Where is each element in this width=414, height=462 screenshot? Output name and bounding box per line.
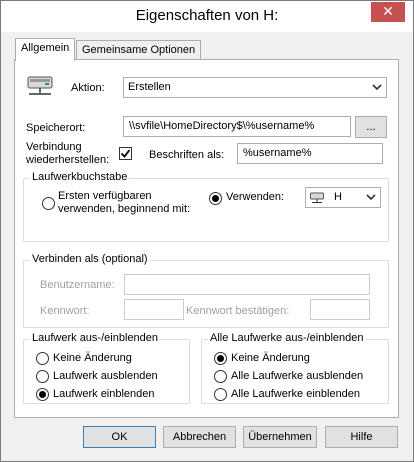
radio-first-available[interactable]	[42, 197, 55, 210]
checkmark-icon	[120, 149, 131, 158]
connect-as-group: Verbinden als (optional) Benutzername: K…	[23, 253, 389, 328]
confirm-password-label: Kennwort bestätigen:	[186, 305, 290, 317]
radio-drive-hide[interactable]	[36, 370, 49, 383]
browse-button[interactable]: ...	[355, 116, 387, 138]
action-value: Erstellen	[128, 81, 171, 93]
all-drives-visibility-group: Alle Laufwerke aus-/einblenden Keine Änd…	[201, 332, 389, 404]
apply-button[interactable]: Übernehmen	[243, 426, 317, 448]
drive-letter-value: H	[334, 191, 342, 203]
radio-drive-no-change[interactable]	[36, 352, 49, 365]
password-input[interactable]	[124, 299, 184, 320]
radio-all-hide[interactable]	[214, 370, 227, 383]
connect-as-group-label: Verbinden als (optional)	[30, 253, 150, 265]
close-button[interactable]: ✕	[371, 2, 405, 22]
reconnect-label-line2: wiederherstellen:	[26, 154, 110, 166]
first-available-label-line2: verwenden, beginnend mit:	[58, 203, 191, 215]
use-letter-label: Verwenden:	[226, 191, 285, 203]
drive-no-change-label: Keine Änderung	[53, 352, 132, 364]
first-available-label: Ersten verfügbaren verwenden, beginnend …	[58, 190, 190, 216]
close-icon: ✕	[382, 3, 394, 19]
all-hide-label: Alle Laufwerke ausblenden	[231, 370, 364, 382]
drive-hide-label: Laufwerk ausblenden	[53, 370, 158, 382]
label-as-label: Beschriften als:	[149, 149, 225, 161]
tab-general[interactable]: Allgemein	[15, 38, 76, 61]
drive-visibility-group: Laufwerk aus-/einblenden Keine Änderung …	[23, 332, 190, 404]
first-available-label-line1: Ersten verfügbaren	[58, 190, 152, 202]
ok-button[interactable]: OK	[83, 426, 156, 448]
window-title: Eigenschaften von H:	[135, 7, 279, 24]
confirm-password-input[interactable]	[310, 299, 370, 320]
location-input[interactable]: \\svfile\HomeDirectory$\%username%	[123, 116, 351, 137]
radio-use-letter[interactable]	[209, 192, 222, 205]
all-drives-visibility-group-label: Alle Laufwerke aus-/einblenden	[208, 332, 366, 344]
title-bar: Eigenschaften von H: ✕	[1, 1, 413, 32]
action-label: Aktion:	[71, 82, 105, 94]
username-label: Benutzername:	[40, 279, 115, 291]
properties-dialog: Eigenschaften von H: ✕ Allgemein Gemeins…	[0, 0, 414, 462]
drive-letter-group-label: Laufwerkbuchstabe	[30, 171, 130, 183]
tab-common-options[interactable]: Gemeinsame Optionen	[76, 40, 202, 61]
drive-show-label: Laufwerk einblenden	[53, 388, 155, 400]
drive-icon	[310, 192, 324, 203]
location-label: Speicherort:	[26, 122, 86, 134]
radio-all-show[interactable]	[214, 388, 227, 401]
reconnect-label-line1: Verbindung	[26, 141, 82, 153]
password-label: Kennwort:	[40, 305, 90, 317]
tab-panel-general: Aktion: Erstellen Speicherort: \\svfile\…	[14, 59, 399, 418]
tab-common-options-label: Gemeinsame Optionen	[82, 44, 196, 56]
all-no-change-label: Keine Änderung	[231, 352, 310, 364]
radio-all-no-change[interactable]	[214, 352, 227, 365]
drive-letter-group: Laufwerkbuchstabe Ersten verfügbaren ver…	[23, 171, 389, 242]
all-show-label: Alle Laufwerke einblenden	[231, 388, 361, 400]
username-input[interactable]	[124, 274, 370, 295]
cancel-button[interactable]: Abbrechen	[163, 426, 236, 448]
help-button[interactable]: Hilfe	[325, 426, 398, 448]
label-as-input[interactable]: %username%	[237, 143, 383, 164]
chevron-down-icon	[366, 194, 376, 201]
drive-visibility-group-label: Laufwerk aus-/einblenden	[30, 332, 160, 344]
reconnect-checkbox[interactable]	[119, 147, 132, 160]
chevron-down-icon	[372, 84, 382, 91]
network-drive-icon	[27, 76, 53, 95]
drive-letter-select[interactable]: H	[305, 187, 381, 208]
reconnect-label: Verbindung wiederherstellen:	[26, 141, 109, 167]
radio-drive-show[interactable]	[36, 388, 49, 401]
action-select[interactable]: Erstellen	[123, 77, 387, 98]
tab-general-label: Allgemein	[21, 42, 70, 54]
